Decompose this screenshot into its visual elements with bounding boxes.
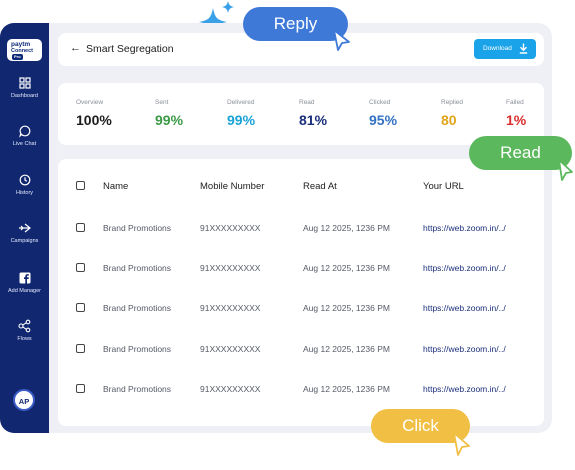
row-checkbox[interactable] <box>76 263 85 272</box>
cursor-icon <box>333 29 350 51</box>
cell-read-at: Aug 12 2025, 1236 PM <box>303 263 390 273</box>
back-arrow-icon[interactable]: ← <box>70 42 81 54</box>
sidebar-item-live-chat[interactable]: Live Chat <box>0 124 49 147</box>
stat-label: Failed <box>506 99 524 106</box>
logo-badge: Pro <box>12 54 23 60</box>
plane-icon <box>19 223 31 233</box>
cell-mobile: 91XXXXXXXXX <box>200 303 261 313</box>
cell-mobile: 91XXXXXXXXX <box>200 223 261 233</box>
cell-name: Brand Promotions <box>103 384 172 394</box>
sidebar-item-campaigns[interactable]: Campaigns <box>0 221 49 244</box>
stat-label: Overview <box>76 99 104 106</box>
stat-value: 100% <box>76 112 112 128</box>
stat-value: 80 <box>441 112 457 128</box>
logo-brand: paytm <box>11 41 31 48</box>
stat-sent: Sent 99% <box>155 99 183 128</box>
cell-read-at: Aug 12 2025, 1236 PM <box>303 223 390 233</box>
stat-label: Read <box>299 99 315 106</box>
stat-value: 81% <box>299 112 328 128</box>
download-icon <box>519 43 528 54</box>
grid-icon <box>18 77 31 89</box>
row-checkbox[interactable] <box>76 344 85 353</box>
cell-mobile: 91XXXXXXXXX <box>200 384 261 394</box>
sidebar-item-flows[interactable]: Flows <box>0 319 49 342</box>
stat-overview: Overview 100% <box>76 99 112 128</box>
stat-value: 99% <box>155 112 184 128</box>
avatar[interactable]: AP <box>13 389 35 411</box>
sidebar-item-label: Campaigns <box>10 238 39 244</box>
row-checkbox[interactable] <box>76 384 85 393</box>
sidebar-item-label: History <box>15 190 34 196</box>
column-header-url[interactable]: Your URL <box>423 181 464 192</box>
chat-bubble-icon <box>18 125 30 138</box>
stat-clicked: Clicked 95% <box>369 99 397 128</box>
stat-value: 1% <box>506 112 527 128</box>
row-checkbox[interactable] <box>76 223 85 232</box>
cell-url-link[interactable]: https://web.zoom.in/../ <box>423 263 506 273</box>
stat-label: Delivered <box>227 99 255 106</box>
sidebar: paytm ConnectPro Dashboard Live Chat His… <box>0 23 49 433</box>
cell-name: Brand Promotions <box>103 263 172 273</box>
cell-url-link[interactable]: https://web.zoom.in/../ <box>423 303 506 313</box>
data-table: Name Mobile Number Read At Your URL Bran… <box>58 159 544 426</box>
cell-read-at: Aug 12 2025, 1236 PM <box>303 303 390 313</box>
sidebar-item-label: Live Chat <box>12 141 37 147</box>
stat-label: Replied <box>441 99 464 106</box>
cell-read-at: Aug 12 2025, 1236 PM <box>303 344 390 354</box>
stat-read: Read 81% <box>299 99 327 128</box>
stats-bar: Overview 100% Sent 99% Delivered 99% Rea… <box>58 83 544 145</box>
page-title: Smart Segregation <box>86 43 174 55</box>
cursor-icon <box>558 159 573 181</box>
cell-url-link[interactable]: https://web.zoom.in/../ <box>423 344 506 354</box>
cell-mobile: 91XXXXXXXXX <box>200 344 261 354</box>
logo: paytm ConnectPro <box>7 39 42 61</box>
stat-replied: Replied 80 <box>441 99 463 128</box>
cell-name: Brand Promotions <box>103 303 172 313</box>
flows-icon <box>18 319 31 333</box>
column-header-mobile[interactable]: Mobile Number <box>200 181 264 192</box>
app-window: paytm ConnectPro Dashboard Live Chat His… <box>0 23 552 433</box>
history-icon <box>19 174 30 186</box>
facebook-icon <box>19 272 30 284</box>
row-checkbox[interactable] <box>76 303 85 312</box>
select-all-checkbox[interactable] <box>76 181 85 190</box>
sidebar-item-add-manager[interactable]: Add Manager <box>0 271 49 294</box>
cell-mobile: 91XXXXXXXXX <box>200 263 261 273</box>
column-header-name[interactable]: Name <box>103 181 128 192</box>
stat-label: Clicked <box>369 99 391 106</box>
download-button-label: Download <box>483 45 512 52</box>
stat-delivered: Delivered 99% <box>227 99 255 128</box>
sidebar-item-label: Add Manager <box>7 288 42 294</box>
cell-url-link[interactable]: https://web.zoom.in/../ <box>423 384 506 394</box>
download-button[interactable]: Download <box>474 39 536 59</box>
stat-value: 99% <box>227 112 256 128</box>
cell-name: Brand Promotions <box>103 223 172 233</box>
cursor-icon <box>453 432 470 456</box>
stat-value: 95% <box>369 112 398 128</box>
column-header-read-at[interactable]: Read At <box>303 181 337 192</box>
cell-read-at: Aug 12 2025, 1236 PM <box>303 384 390 394</box>
sidebar-item-dashboard[interactable]: Dashboard <box>0 76 49 99</box>
sidebar-item-history[interactable]: History <box>0 173 49 196</box>
sidebar-item-label: Flows <box>17 336 32 342</box>
cell-name: Brand Promotions <box>103 344 172 354</box>
stat-failed: Failed 1% <box>506 99 526 128</box>
cell-url-link[interactable]: https://web.zoom.in/../ <box>423 223 506 233</box>
stat-label: Sent <box>155 99 169 106</box>
sidebar-item-label: Dashboard <box>11 93 38 99</box>
